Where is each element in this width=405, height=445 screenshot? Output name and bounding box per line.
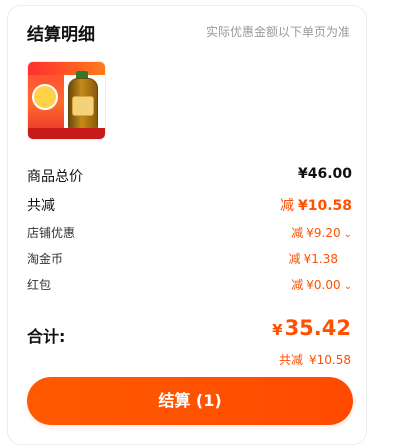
product-thumbnail[interactable] [27, 61, 106, 140]
discount-note: 实际优惠金额以下单页为准 [205, 25, 350, 39]
bottle-label-icon [72, 96, 94, 116]
taojinbi-prefix: 减 [288, 252, 301, 266]
thumbnail-top-band [28, 62, 105, 75]
reduction-prefix: 减 [279, 198, 294, 214]
total-value: 35.42 [284, 316, 351, 340]
goods-total-label: 商品总价 [27, 169, 83, 185]
shop-discount-prefix: 减 [291, 226, 304, 240]
total-label: 合计: [27, 327, 66, 346]
reduction-label: 共减 [27, 198, 55, 214]
red-packet-label: 红包 [27, 278, 52, 292]
chevron-down-icon[interactable]: ⌄ [344, 281, 352, 292]
total-reduction-value: ¥10.58 [309, 353, 351, 367]
taojinbi-amount: ¥1.38 [303, 252, 338, 266]
price-badge-icon [32, 84, 58, 110]
red-packet-row[interactable]: 红包 减 ¥0.00 ⌄ [27, 276, 352, 298]
total-reduction-prefix: 共减 [278, 353, 303, 367]
reduction-row: 共减 减 ¥10.58 [27, 195, 352, 217]
shop-discount-value[interactable]: 减 ¥9.20 ⌄ [291, 224, 352, 241]
goods-total-value: ¥46.00 [297, 166, 352, 182]
red-packet-prefix: 减 [291, 278, 304, 292]
total-currency: ¥ [272, 321, 283, 339]
shop-discount-amount: ¥9.20 [306, 226, 341, 240]
total-reduction: 共减 ¥10.58 [279, 351, 351, 368]
taojinbi-label: 淘金币 [27, 252, 64, 266]
taojinbi-row: 淘金币 减 ¥1.38 [27, 250, 352, 272]
shop-discount-row[interactable]: 店铺优惠 减 ¥9.20 ⌄ [27, 224, 352, 246]
chevron-down-icon[interactable]: ⌄ [344, 229, 352, 240]
header: 结算明细 实际优惠金额以下单页为准 [27, 20, 350, 46]
taojinbi-value: 减 ¥1.38 [289, 250, 338, 267]
page-title: 结算明细 [27, 25, 95, 45]
thumbnail-bottom-band [28, 128, 105, 139]
shop-discount-label: 店铺优惠 [27, 226, 76, 240]
settlement-details-panel: 结算明细 实际优惠金额以下单页为准 商品总价 ¥46.00 共减 减 ¥10.58… [7, 5, 367, 445]
red-packet-value[interactable]: 减 ¥0.00 ⌄ [291, 276, 352, 293]
reduction-value: 减 ¥10.58 [280, 195, 352, 215]
goods-total-row: 商品总价 ¥46.00 [27, 166, 352, 188]
red-packet-amount: ¥0.00 [306, 278, 341, 292]
reduction-amount: ¥10.58 [297, 198, 352, 214]
total-amount: ¥35.42 [272, 316, 351, 340]
checkout-button[interactable]: 结算 (1) [27, 377, 353, 425]
